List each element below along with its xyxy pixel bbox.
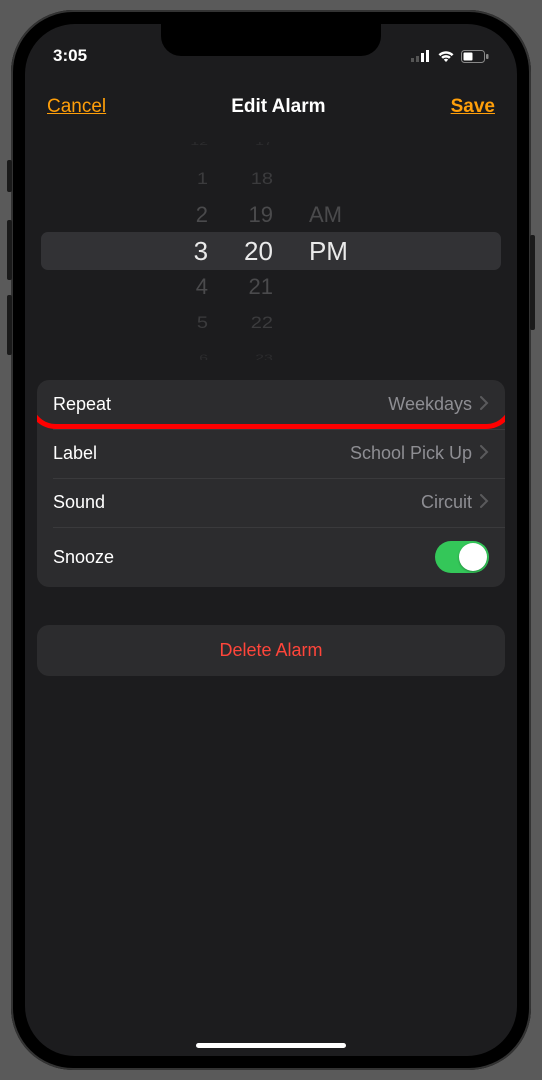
delete-group: Delete Alarm [37, 625, 505, 676]
time-picker[interactable]: 12 1 2 3 4 5 6 17 18 19 20 21 22 23 [37, 142, 505, 360]
wifi-icon [437, 50, 455, 63]
sound-value: Circuit [421, 492, 472, 513]
selected-minute: 20 [238, 233, 279, 269]
selected-hour: 3 [174, 233, 214, 269]
notch [161, 24, 381, 56]
hour-column[interactable]: 12 1 2 3 4 5 6 [174, 142, 214, 360]
delete-alarm-button[interactable]: Delete Alarm [37, 625, 505, 676]
volume-up-button [7, 220, 12, 280]
chevron-right-icon [480, 492, 489, 513]
power-button [530, 235, 535, 330]
save-button[interactable]: Save [451, 96, 495, 118]
cellular-icon [411, 50, 431, 62]
page-title: Edit Alarm [231, 96, 325, 118]
ampm-column[interactable]: AM PM – [303, 142, 354, 360]
nav-bar: Cancel Edit Alarm Save [25, 74, 517, 138]
repeat-row[interactable]: Repeat Weekdays [37, 380, 505, 429]
snooze-toggle[interactable] [435, 541, 489, 573]
minute-column[interactable]: 17 18 19 20 21 22 23 [238, 142, 279, 360]
chevron-right-icon [480, 394, 489, 415]
home-indicator[interactable] [196, 1043, 346, 1048]
screen: 3:05 [25, 24, 517, 1056]
chevron-right-icon [480, 443, 489, 464]
repeat-label: Repeat [53, 394, 111, 415]
repeat-value: Weekdays [388, 394, 472, 415]
mute-switch [7, 160, 12, 192]
label-label: Label [53, 443, 97, 464]
battery-icon [461, 50, 489, 63]
cancel-button[interactable]: Cancel [47, 96, 106, 118]
snooze-row: Snooze [37, 527, 505, 587]
toggle-knob [459, 543, 487, 571]
label-value: School Pick Up [350, 443, 472, 464]
sound-label: Sound [53, 492, 105, 513]
volume-down-button [7, 295, 12, 355]
phone-frame: 3:05 [11, 10, 531, 1070]
status-time: 3:05 [53, 46, 87, 66]
settings-group: Repeat Weekdays Label School Pick Up [37, 380, 505, 587]
sound-row[interactable]: Sound Circuit [37, 478, 505, 527]
label-row[interactable]: Label School Pick Up [37, 429, 505, 478]
snooze-label: Snooze [53, 547, 114, 568]
status-icons [411, 50, 489, 63]
selected-ampm: PM [303, 233, 354, 269]
